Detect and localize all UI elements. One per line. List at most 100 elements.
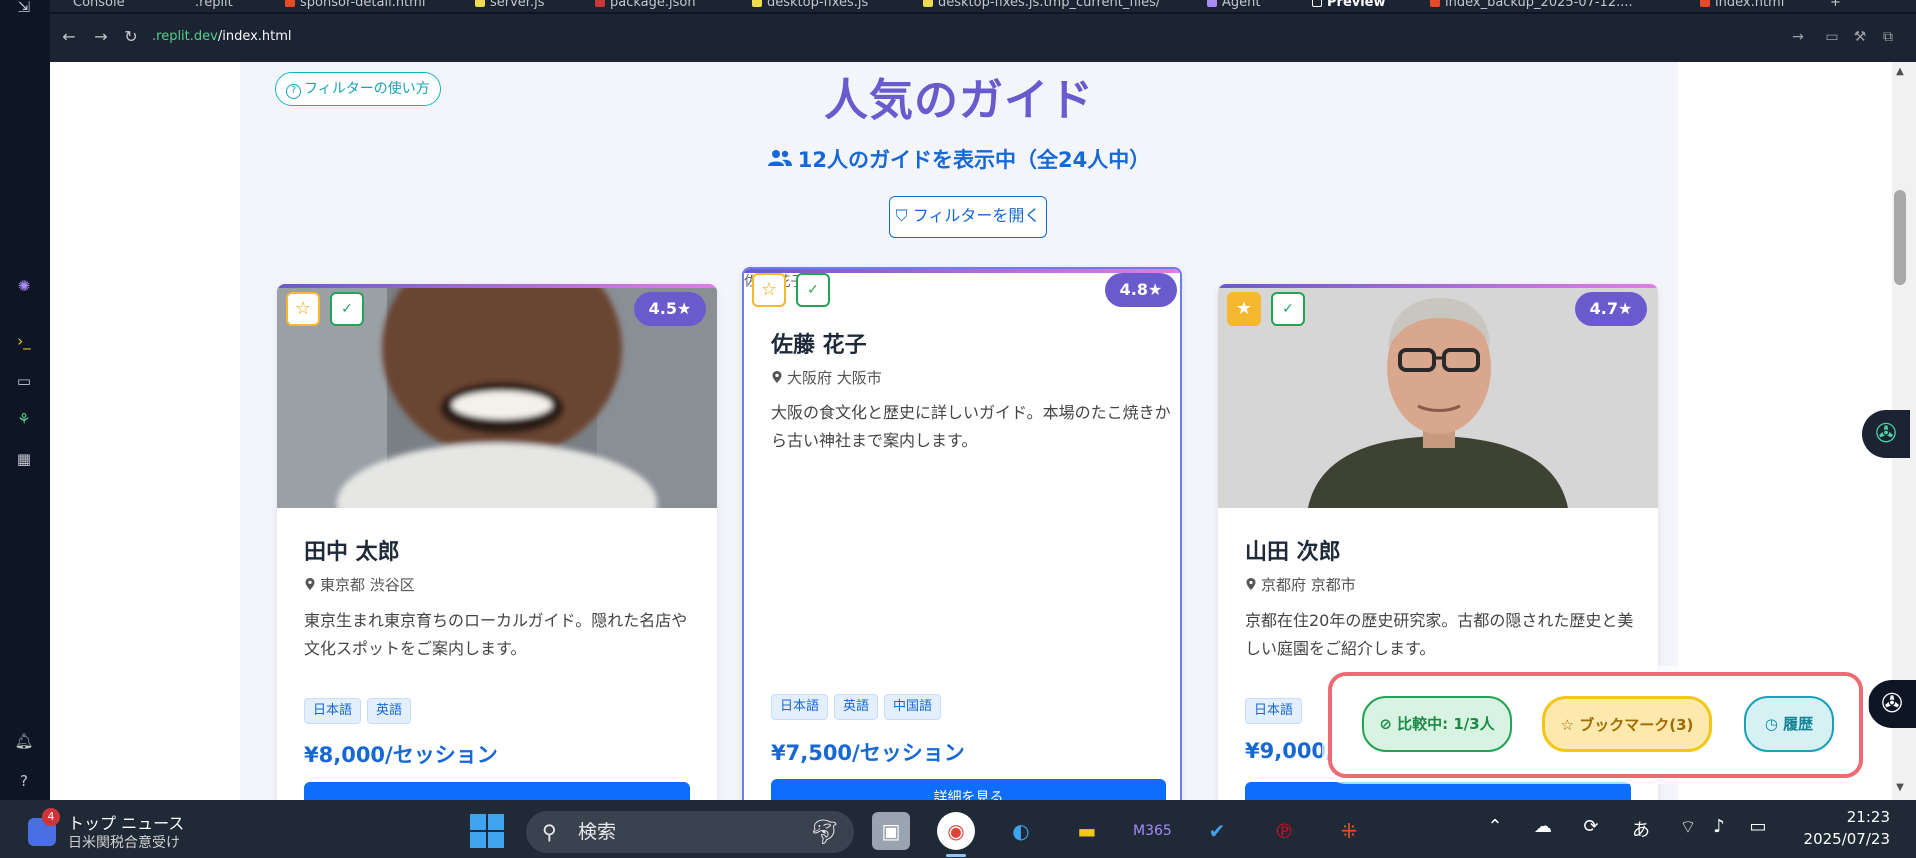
open-filter-button[interactable]: ⛉ フィルターを開く [889,196,1047,238]
favorite-star-button[interactable]: ★ [1227,292,1261,326]
rating-badge: 4.5★ [634,292,706,326]
new-window-icon[interactable]: ⧉ [1878,27,1898,47]
app-icon[interactable]: ⁜ [1330,812,1368,850]
editor-tab-bar: Console .replit sponsor-detail.html serv… [0,0,1916,12]
apps-grid-icon[interactable]: ▦ [12,448,36,470]
floating-action-panel: ⊘ 比較中: 1/3人 ☆ ブックマーク(3) ◷ 履歴 [1328,672,1863,778]
help-icon[interactable]: ? [12,770,36,792]
url-field[interactable]: .replit.dev/index.html [152,29,292,44]
scroll-down-icon[interactable]: ▼ [1893,782,1907,793]
guide-price: ¥8,000/セッション [304,743,498,767]
tab-sponsor-detail[interactable]: sponsor-detail.html [285,0,425,10]
guide-count: 12人のガイドを表示中（全24人中） [240,144,1678,174]
wifi-icon[interactable]: ⌔ [1675,816,1701,839]
file-explorer-icon[interactable]: ▬ [1068,812,1106,850]
language-tags: 日本語 [1245,698,1308,724]
tab-desktop-fixes[interactable]: desktop-fixes.js [752,0,868,10]
history-button[interactable]: ◷ 履歴 [1744,696,1834,752]
windows-start-icon[interactable] [470,814,504,848]
chrome-icon[interactable]: ◉ [937,812,975,850]
guide-name: 田中 太郎 [304,540,400,565]
guide-description: 東京生まれ東京育ちのローカルガイド。隠れた名店や文化スポットをご案内します。 [304,611,688,658]
task-view-icon[interactable]: ▣ [872,812,910,850]
preview-monitor-icon[interactable]: ▭ [12,370,36,392]
check-circle-icon: ⊘ [1379,715,1398,733]
console-icon [58,0,68,7]
new-tab-icon[interactable]: + [1830,0,1841,10]
taskbar-search[interactable]: ⚲ 検索 🐬︎ [526,811,854,853]
detail-button[interactable]: 詳細を見る [771,779,1166,800]
page-title: 人気のガイド [824,75,1094,126]
tab-index-html[interactable]: index.html [1700,0,1784,10]
rating-badge: 4.8★ [1105,273,1177,307]
guide-name: 山田 次郎 [1245,540,1341,565]
js-file-icon [752,0,762,7]
deploy-icon[interactable]: ⚘ [12,408,36,430]
bookmark-button[interactable]: ☆ ブックマーク(3) [1542,696,1712,752]
guide-name: 佐藤 花子 [771,333,867,358]
ai-chat-icon[interactable]: ✇ [1868,680,1916,728]
devtools-wrench-icon[interactable]: ⚒ [1850,27,1870,47]
guide-location: 大阪府 大阪市 [771,367,882,388]
tab-replit[interactable]: .replit [180,0,233,10]
compare-check-button[interactable]: ✓ [796,273,830,307]
agent-icon [1207,0,1217,7]
scroll-up-icon[interactable]: ▲ [1893,66,1907,77]
tab-console[interactable]: Console [58,0,125,10]
guide-location: 京都府 京都市 [1245,574,1356,595]
edge-icon[interactable]: ◐ [1002,812,1040,850]
detail-button[interactable] [1245,782,1631,800]
location-pin-icon [772,371,782,383]
forward-arrow-icon[interactable]: → [90,26,112,48]
guide-price: ¥9,000/ [1245,739,1334,763]
language-tags: 日本語 英語 中国語 [771,694,947,720]
volume-icon[interactable]: ♪ [1706,816,1732,837]
compare-check-button[interactable]: ✓ [330,292,364,326]
console-icon[interactable]: ›_ [12,330,36,352]
ai-assistant-icon[interactable]: ✇ [1862,410,1910,458]
html-file-icon [285,0,295,7]
tab-package-json[interactable]: package.json [595,0,696,10]
favorite-star-button[interactable]: ☆ [286,292,320,326]
favorite-star-button[interactable]: ☆ [752,273,786,307]
back-arrow-icon[interactable]: ← [58,26,80,48]
notification-bell-icon[interactable]: 🔔︎ [12,730,36,752]
scrollbar-thumb[interactable] [1894,190,1906,285]
open-arrow-icon[interactable]: → [1788,27,1808,47]
tab-desktop-fixes-tmp[interactable]: desktop-fixes.js.tmp_current_files/ [923,0,1160,10]
users-icon [767,148,792,172]
tab-preview[interactable]: Preview [1312,0,1386,10]
compare-check-button[interactable]: ✓ [1271,292,1305,326]
search-icon: ⚲ [542,820,557,844]
tab-agent[interactable]: Agent [1207,0,1260,10]
tab-index-backup[interactable]: index_backup_2025-07-12.... [1430,0,1633,10]
monitor-icon [1312,0,1322,7]
sync-icon[interactable]: ⟳ [1578,816,1604,837]
onedrive-cloud-icon[interactable]: ☁ [1530,816,1556,837]
url-path: /index.html [217,29,292,44]
ime-indicator[interactable]: あ [1628,816,1654,842]
guide-card[interactable]: ☆ ✓ 4.5★ 田中 太郎 東京都 渋谷区 東京生まれ東京育ちのローカルガイド… [277,284,717,800]
pinterest-icon[interactable]: ℗ [1265,812,1303,850]
clock-date: 2025/07/23 [1803,830,1890,848]
reload-icon[interactable]: ↻ [120,26,142,48]
clock-icon: ◷ [1764,715,1784,733]
agent-icon[interactable]: ✺ [12,275,36,297]
guide-description: 大阪の食文化と歴史に詳しいガイド。本場のたこ焼きから古い神社まで案内します。 [771,403,1171,450]
guide-card[interactable]: 佐藤 花子 ☆ ✓ 4.8★ 佐藤 花子 大阪府 大阪市 大阪の食文化と歴史に詳… [742,267,1182,800]
system-clock[interactable]: 21:23 2025/07/23 [1780,808,1890,848]
js-file-icon [475,0,485,7]
language-tag: 中国語 [884,694,942,720]
battery-icon[interactable]: ▭ [1745,816,1771,837]
star-icon: ☆ [1560,716,1580,734]
expand-icon[interactable]: ⇲ [12,0,36,18]
m365-icon[interactable]: M365 [1133,812,1172,850]
tab-server-js[interactable]: server.js [475,0,544,10]
detail-button[interactable] [304,782,690,800]
todo-icon[interactable]: ✔ [1198,812,1236,850]
compare-status-button[interactable]: ⊘ 比較中: 1/3人 [1362,696,1512,752]
json-file-icon [595,0,605,7]
tray-chevron-up-icon[interactable]: ⌃ [1482,816,1508,837]
device-icon[interactable]: ▭ [1822,27,1842,47]
file-icon [180,0,190,7]
